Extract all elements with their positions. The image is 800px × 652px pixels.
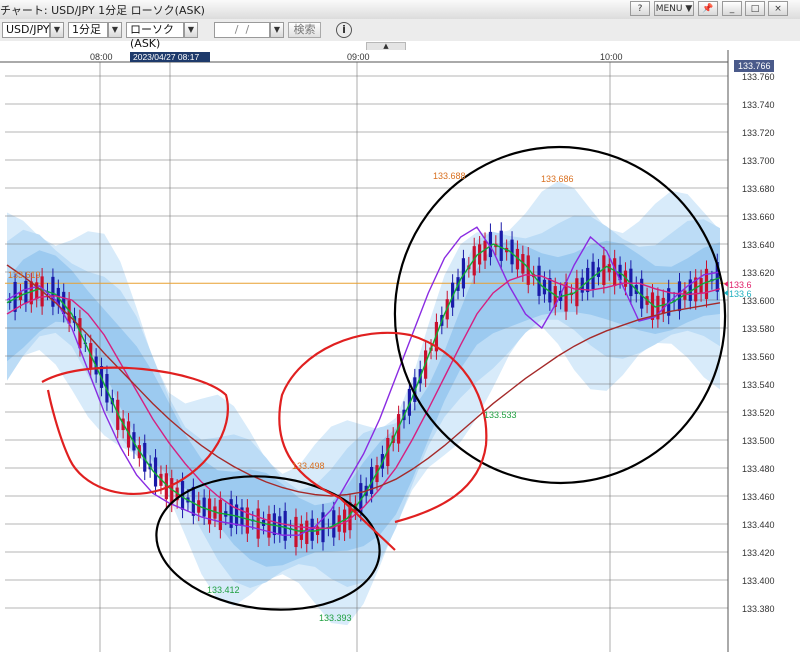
y-tick-label: 133.420 bbox=[742, 548, 775, 558]
y-tick-label: 133.580 bbox=[742, 324, 775, 334]
candle-body bbox=[283, 510, 287, 541]
y-tick-label: 133.480 bbox=[742, 464, 775, 474]
chart-toolbar: USD/JPY ▼ 1分足 ▼ ローソク(ASK) ▼ / / ▼ 検索 i bbox=[0, 19, 800, 50]
candle-body bbox=[256, 508, 260, 539]
window-title: チャート: USD/JPY 1分足 ローソク(ASK) bbox=[0, 4, 205, 17]
y-tick-label: 133.560 bbox=[742, 352, 775, 362]
price-annotation: 133.686 bbox=[541, 174, 574, 184]
y-tick-label: 133.400 bbox=[742, 576, 775, 586]
price-annotation: 133.393 bbox=[319, 613, 352, 623]
candle-body bbox=[191, 486, 195, 516]
x-tick-label: 09:00 bbox=[347, 52, 370, 62]
candle-body bbox=[13, 281, 17, 312]
pin-icon[interactable]: 📌 bbox=[698, 1, 718, 16]
candle-body bbox=[677, 281, 682, 312]
info-icon[interactable]: i bbox=[336, 22, 352, 38]
candle-body bbox=[24, 280, 28, 304]
currency-pair-select[interactable]: USD/JPY bbox=[2, 22, 50, 38]
price-annotation: 133.412 bbox=[207, 585, 240, 595]
axis-strip bbox=[728, 50, 800, 652]
chevron-down-icon[interactable]: ▼ bbox=[50, 22, 64, 38]
y-tick-label: 133.520 bbox=[742, 408, 775, 418]
price-annotation: 133.533 bbox=[484, 410, 517, 420]
price-tag-label: 133.6 bbox=[729, 289, 752, 299]
price-chart[interactable]: 133.760 133.740 133.720 133.700 133.680 133.6… bbox=[0, 50, 800, 652]
candle-body bbox=[218, 499, 222, 531]
candle-body bbox=[332, 510, 336, 538]
window-titlebar: チャート: USD/JPY 1分足 ローソク(ASK) ? MENU ▼ 📌 _… bbox=[0, 0, 800, 20]
y-tick-label: 133.620 bbox=[742, 268, 775, 278]
minimize-button[interactable]: _ bbox=[722, 1, 742, 16]
x-tick-label: 10:00 bbox=[600, 52, 623, 62]
menu-button[interactable]: MENU ▼ bbox=[654, 1, 694, 16]
candle-body bbox=[245, 507, 249, 534]
current-price-label: 133.766 bbox=[738, 61, 771, 71]
y-tick-label: 133.380 bbox=[742, 604, 775, 614]
y-tick-label: 133.660 bbox=[742, 212, 775, 222]
y-tick-label: 133.500 bbox=[742, 436, 775, 446]
candle-type-select[interactable]: ローソク(ASK) bbox=[126, 22, 184, 50]
candle-body bbox=[207, 498, 212, 525]
y-tick-label: 133.700 bbox=[742, 156, 775, 166]
price-annotation: 133.619 bbox=[8, 270, 41, 280]
x-tick-label: 08:00 bbox=[90, 52, 113, 62]
chevron-down-icon[interactable]: ▼ bbox=[270, 22, 284, 38]
y-tick-label: 133.640 bbox=[742, 240, 775, 250]
timeframe-select[interactable]: 1分足 bbox=[68, 22, 108, 38]
y-tick-label: 133.720 bbox=[742, 128, 775, 138]
date-input[interactable]: / / bbox=[214, 22, 270, 38]
help-button[interactable]: ? bbox=[630, 1, 650, 16]
candle-body bbox=[278, 516, 282, 535]
y-tick-label: 133.680 bbox=[742, 184, 775, 194]
chevron-down-icon[interactable]: ▼ bbox=[108, 22, 122, 38]
candle-body bbox=[272, 513, 276, 536]
candle-body bbox=[704, 268, 709, 300]
y-tick-label: 133.540 bbox=[742, 380, 775, 390]
chevron-down-icon[interactable]: ▼ bbox=[184, 22, 198, 38]
cursor-time-label: 2023/04/27 08:17 bbox=[133, 52, 199, 62]
y-tick-label: 133.740 bbox=[742, 100, 775, 110]
maximize-button[interactable]: □ bbox=[745, 1, 765, 16]
candle-body bbox=[310, 518, 314, 541]
search-button[interactable]: 検索 bbox=[288, 22, 321, 38]
close-button[interactable]: × bbox=[768, 1, 788, 16]
y-tick-label: 133.760 bbox=[742, 72, 775, 82]
candle-body bbox=[499, 230, 503, 261]
price-annotation: 133.688 bbox=[433, 171, 466, 181]
candle-body bbox=[294, 516, 298, 548]
y-tick-label: 133.440 bbox=[742, 520, 775, 530]
candle-body bbox=[267, 513, 271, 538]
price-annotation: 133.498 bbox=[292, 461, 325, 471]
y-tick-label: 133.460 bbox=[742, 492, 775, 502]
